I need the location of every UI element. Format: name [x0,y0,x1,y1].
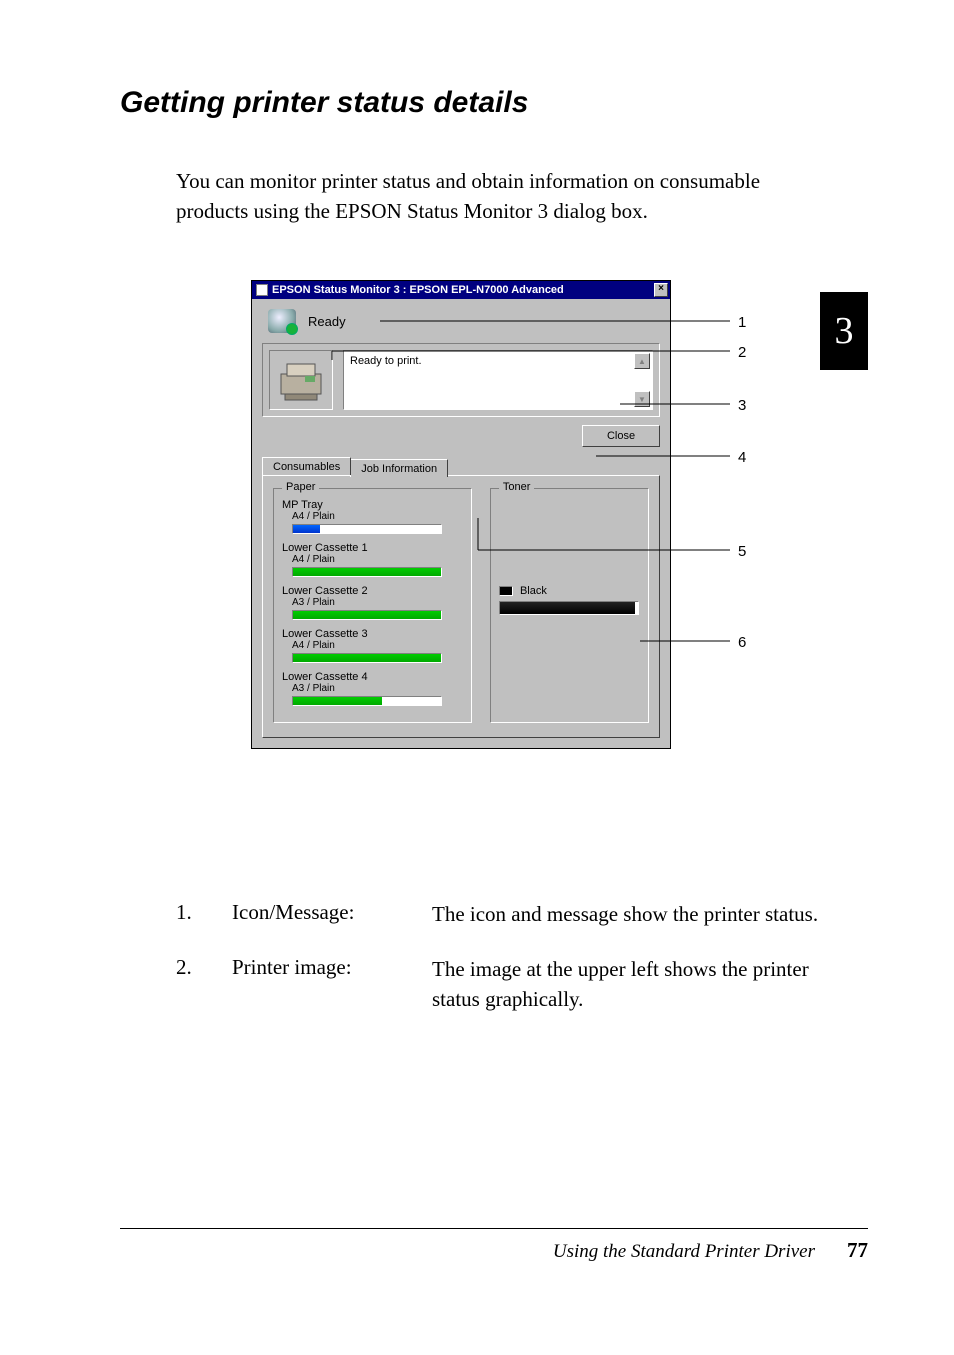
scroll-up-icon[interactable]: ▲ [634,353,650,369]
callout-3: 3 [738,397,746,414]
paper-group-title: Paper [282,481,319,493]
paper-sub: A4 / Plain [282,554,463,565]
paper-bar-fill [293,697,382,705]
def-description: The icon and message show the printer st… [432,900,836,929]
paper-label: MP Tray [282,499,463,511]
dialog-titlebar: EPSON Status Monitor 3 : EPSON EPL-N7000… [252,281,670,299]
paper-item: Lower Cassette 3 A4 / Plain [282,628,463,663]
footer-section: Using the Standard Printer Driver [553,1241,815,1263]
app-icon [256,284,268,296]
paper-sub: A3 / Plain [282,683,463,694]
tab-job-information[interactable]: Job Information [350,459,448,477]
tab-consumables[interactable]: Consumables [262,457,351,475]
definition-row: 1. Icon/Message: The icon and message sh… [176,900,836,929]
paper-label: Lower Cassette 3 [282,628,463,640]
paper-item: Lower Cassette 2 A3 / Plain [282,585,463,620]
paper-item: Lower Cassette 1 A4 / Plain [282,542,463,577]
paper-label: Lower Cassette 1 [282,542,463,554]
paper-sub: A3 / Plain [282,597,463,608]
message-text: Ready to print. [350,355,422,367]
callout-4: 4 [738,449,746,466]
paper-group: Paper MP Tray A4 / Plain Lower Cassette … [273,488,472,723]
status-text: Ready [308,314,346,329]
paper-item: MP Tray A4 / Plain [282,499,463,534]
def-number: 1. [176,900,232,929]
callout-6: 6 [738,634,746,651]
toner-group: Toner Black [490,488,649,723]
paper-label: Lower Cassette 2 [282,585,463,597]
toner-label: Black [499,585,640,597]
definition-row: 2. Printer image: The image at the upper… [176,955,836,1014]
status-monitor-dialog: EPSON Status Monitor 3 : EPSON EPL-N7000… [251,280,671,749]
def-term: Printer image: [232,955,432,1014]
paper-sub: A4 / Plain [282,640,463,651]
def-number: 2. [176,955,232,1014]
dialog-title: EPSON Status Monitor 3 : EPSON EPL-N7000… [272,284,564,296]
paper-bar-fill [293,568,441,576]
paper-bar-fill [293,654,441,662]
def-term: Icon/Message: [232,900,432,929]
paper-bar-fill [293,611,441,619]
chapter-tab: 3 [820,292,868,370]
paper-label: Lower Cassette 4 [282,671,463,683]
def-description: The image at the upper left shows the pr… [432,955,836,1014]
printer-image [269,350,333,410]
callout-5: 5 [738,543,746,560]
page-number: 77 [847,1238,868,1263]
message-box: Ready to print. ▲ ▼ [343,350,653,410]
toner-bar-fill [500,602,635,614]
footer-rule [120,1228,868,1229]
section-heading: Getting printer status details [120,86,840,120]
callout-1: 1 [738,314,746,331]
paper-bar-fill [293,525,320,533]
close-button[interactable]: Close [582,425,660,447]
paper-sub: A4 / Plain [282,511,463,522]
toner-group-title: Toner [499,481,535,493]
consumables-panel: Paper MP Tray A4 / Plain Lower Cassette … [262,475,660,738]
intro-paragraph: You can monitor printer status and obtai… [120,166,800,227]
scroll-down-icon[interactable]: ▼ [634,391,650,407]
paper-item: Lower Cassette 4 A3 / Plain [282,671,463,706]
printer-status-icon [268,309,296,333]
callout-2: 2 [738,344,746,361]
close-icon[interactable]: × [654,283,668,297]
